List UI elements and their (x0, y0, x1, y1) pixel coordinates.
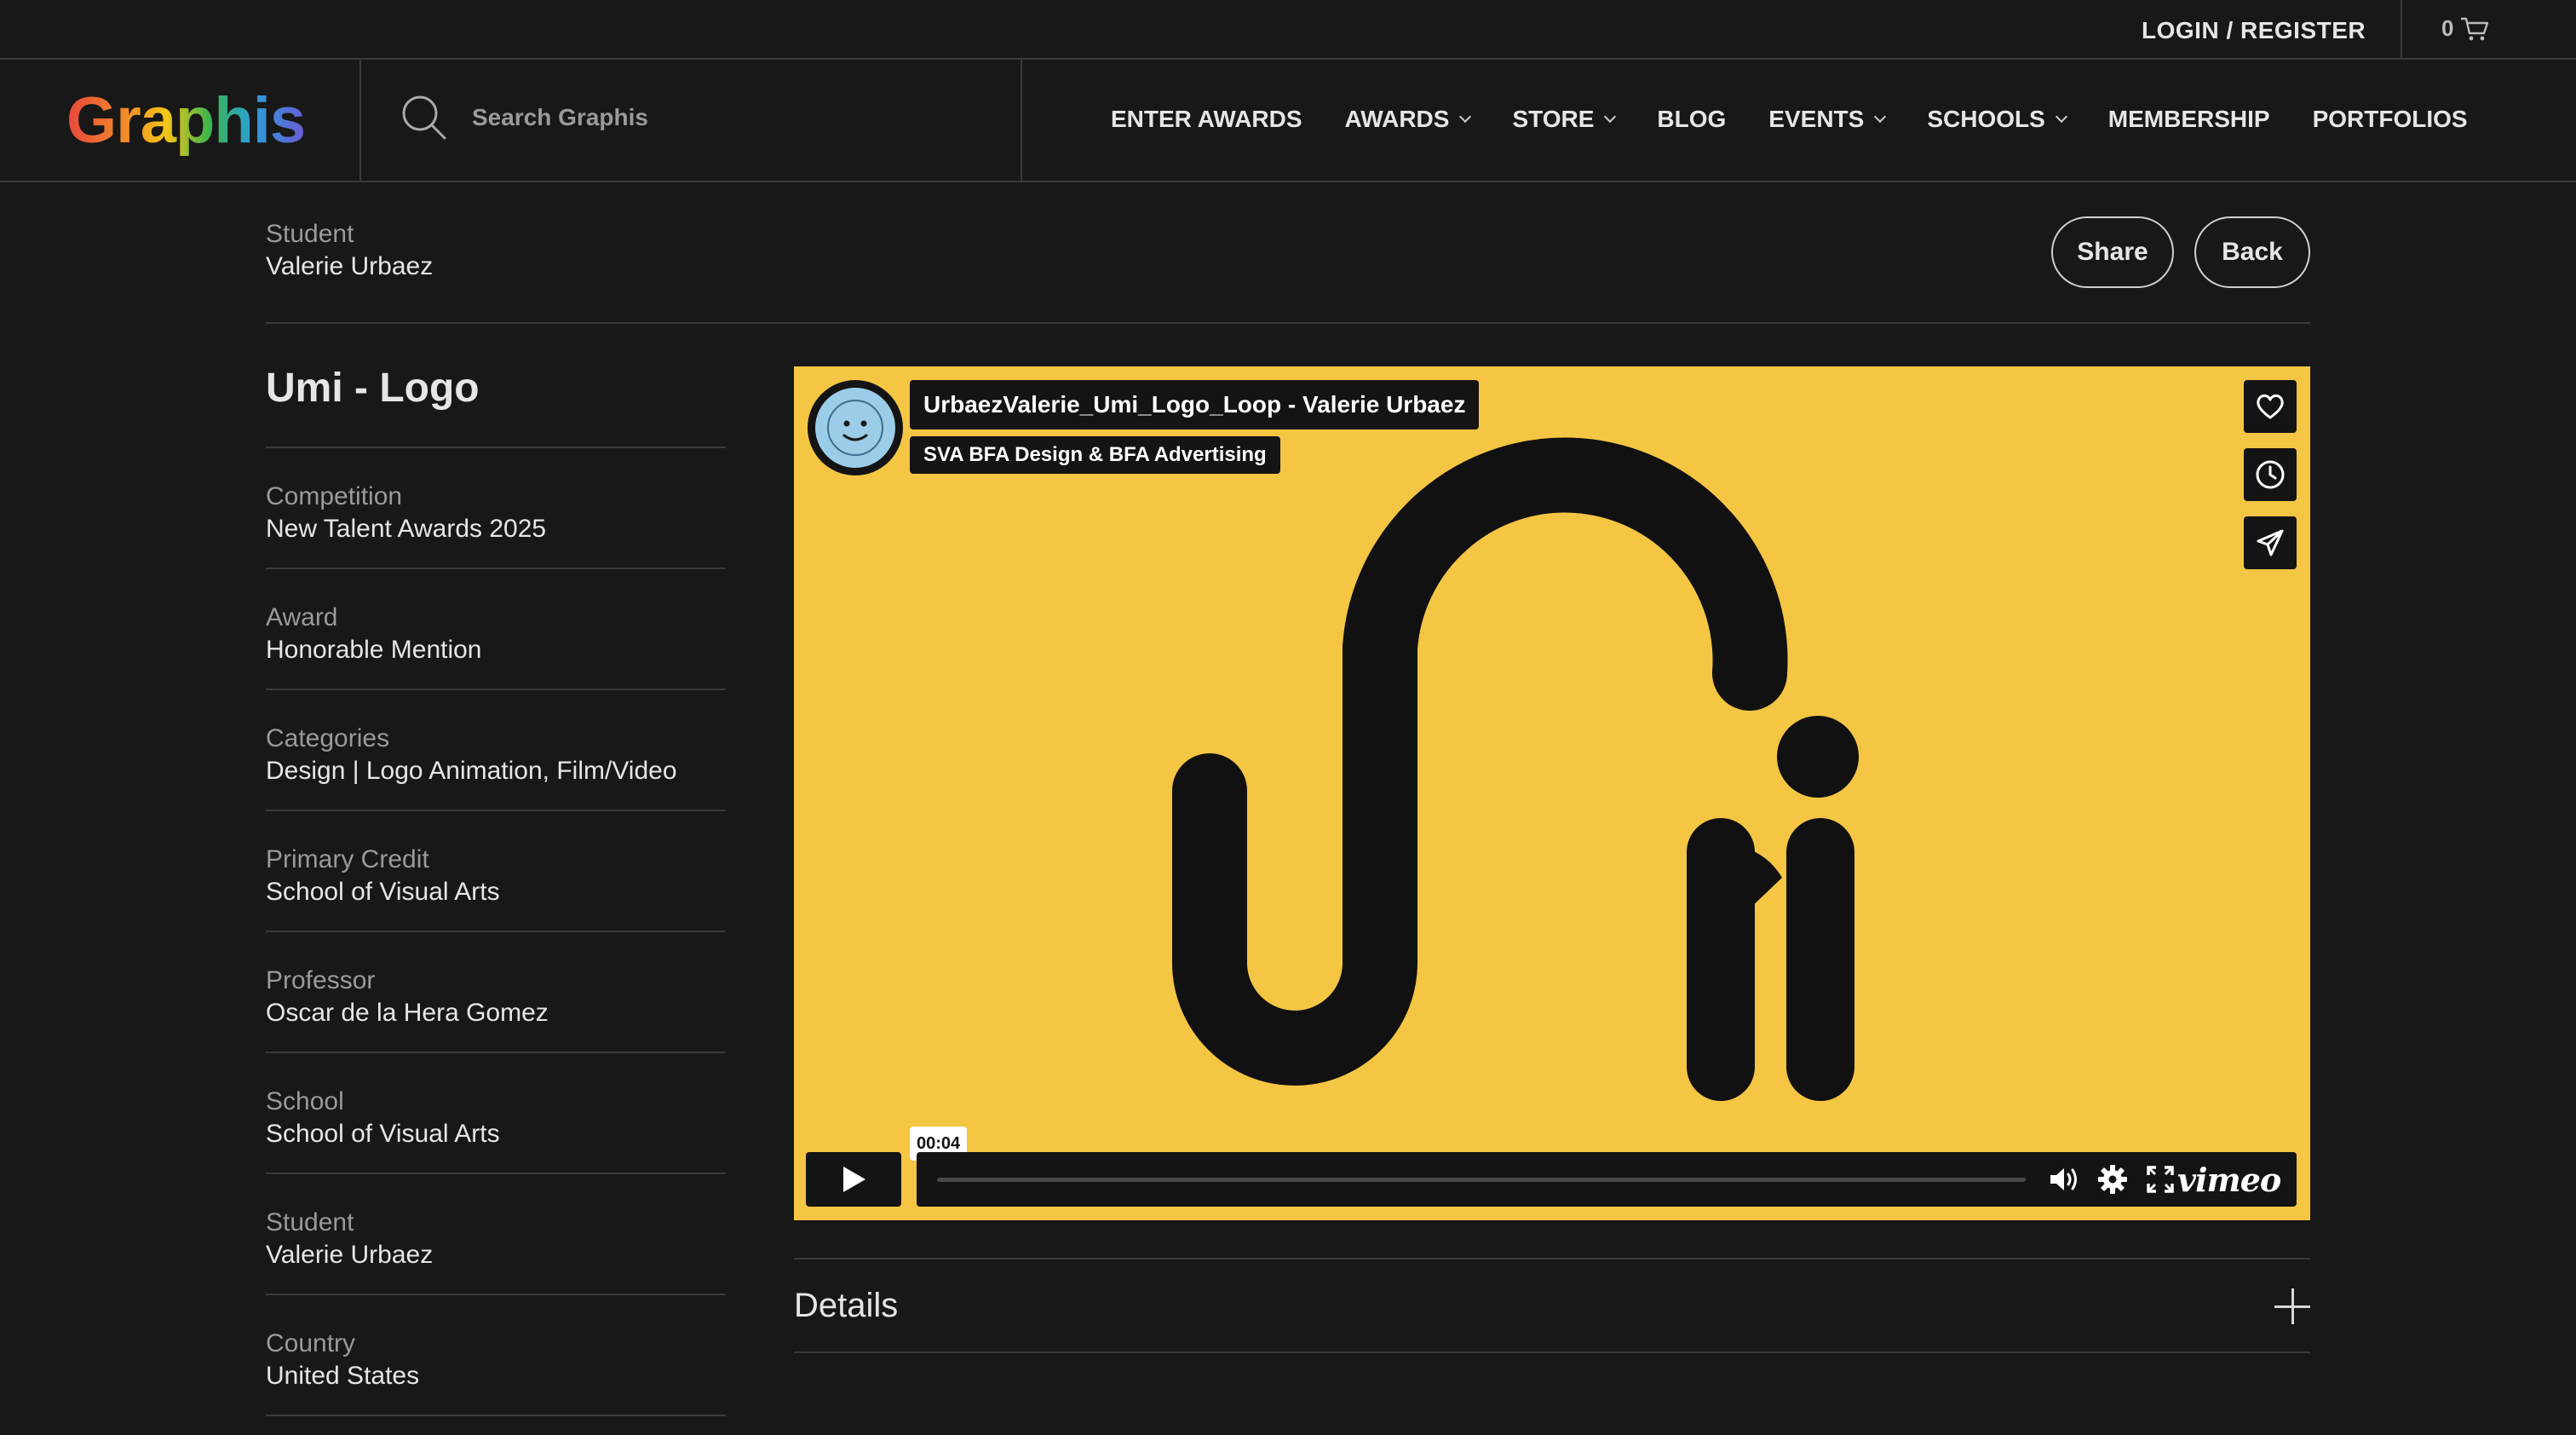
share-button[interactable]: Share (2051, 216, 2174, 288)
search-icon[interactable] (400, 94, 448, 141)
info-value: School of Visual Arts (266, 878, 500, 906)
divider (794, 1258, 2310, 1259)
info-label: Student (266, 1208, 354, 1236)
player-controls: vimeo (917, 1152, 2297, 1207)
fullscreen-button[interactable] (2143, 1162, 2177, 1196)
like-button[interactable] (2244, 380, 2297, 433)
info-country: Country United States (266, 1294, 726, 1415)
channel-avatar[interactable] (808, 380, 903, 475)
entry-title: Umi - Logo (266, 366, 480, 411)
plus-icon[interactable] (2274, 1288, 2310, 1324)
info-professor: Professor Oscar de la Hera Gomez (266, 931, 726, 1052)
volume-icon (2050, 1168, 2077, 1190)
details-toggle-label[interactable]: Details (794, 1287, 898, 1325)
info-value: Design | Logo Animation, Film/Video (266, 757, 677, 785)
clock-icon (2256, 460, 2285, 489)
search-input[interactable] (472, 104, 949, 131)
info-student: Student Valerie Urbaez (266, 1173, 726, 1294)
divider (266, 1415, 726, 1416)
share-video-button[interactable] (2244, 516, 2297, 569)
watch-later-button[interactable] (2244, 448, 2297, 501)
info-label: Award (266, 603, 338, 631)
chevron-down-icon (1604, 110, 1617, 124)
cart-count: 0 (2441, 15, 2454, 41)
fullscreen-icon (2147, 1166, 2174, 1193)
info-value: New Talent Awards 2025 (266, 515, 547, 543)
gear-icon (2098, 1165, 2127, 1194)
info-award: Award Honorable Mention (266, 568, 726, 689)
chevron-down-icon (2055, 110, 2067, 124)
student-name: Valerie Urbaez (266, 252, 434, 280)
info-label: Country (266, 1329, 356, 1357)
topbar-divider (2401, 0, 2402, 60)
nav-item-awards[interactable]: AWARDS (1345, 106, 1472, 133)
send-icon (2257, 529, 2284, 556)
info-categories: Categories Design | Logo Animation, Film/… (266, 689, 726, 810)
nav-item-schools[interactable]: SCHOOLS (1927, 106, 2067, 133)
graphis-logo[interactable]: Graphis (66, 84, 306, 158)
student-label: Student (266, 220, 354, 248)
info-label: Professor (266, 966, 376, 994)
info-competition: Competition New Talent Awards 2025 (266, 447, 726, 568)
progress-bar[interactable] (937, 1178, 2026, 1182)
entry-info-list: Competition New Talent Awards 2025 Award Ho… (266, 447, 726, 1416)
info-primary-credit: Primary Credit School of Visual Arts (266, 810, 726, 931)
nav-item-blog[interactable]: BLOG (1657, 106, 1726, 133)
play-icon (843, 1167, 865, 1192)
settings-button[interactable] (2096, 1162, 2130, 1196)
nav-item-store[interactable]: STORE (1512, 106, 1617, 133)
video-channel[interactable]: SVA BFA Design & BFA Advertising (910, 436, 1280, 474)
nav-divider (1021, 60, 1022, 181)
info-value: School of Visual Arts (266, 1120, 500, 1148)
heart-icon (2257, 394, 2284, 419)
nav-menu: ENTER AWARDS AWARDS STORE BLOG EVENTS SCHOOLS… (1111, 106, 2468, 133)
info-label: Competition (266, 482, 403, 510)
nav-item-membership[interactable]: MEMBERSHIP (2108, 106, 2270, 133)
top-bar: LOGIN / REGISTER 0 (0, 0, 2576, 60)
video-player[interactable]: UrbaezValerie_Umi_Logo_Loop - Valerie Ur… (794, 366, 2310, 1220)
info-value: Valerie Urbaez (266, 1241, 434, 1269)
nav-divider (359, 60, 361, 181)
main-nav: Graphis ENTER AWARDS AWARDS STORE BLOG EVENT… (0, 60, 2576, 182)
info-value: United States (266, 1362, 420, 1390)
nav-item-portfolios[interactable]: PORTFOLIOS (2313, 106, 2468, 133)
smiley-icon (827, 400, 883, 456)
nav-item-enter-awards[interactable]: ENTER AWARDS (1111, 106, 1302, 133)
chevron-down-icon (1459, 110, 1472, 124)
umi-logo-frame (1172, 437, 1859, 1101)
nav-item-events[interactable]: EVENTS (1768, 106, 1887, 133)
info-label: School (266, 1087, 344, 1115)
student-header: Student Valerie Urbaez (266, 218, 433, 283)
cart-button[interactable]: 0 (2441, 15, 2489, 42)
info-value: Honorable Mention (266, 636, 482, 664)
divider (794, 1351, 2310, 1353)
divider (266, 322, 2310, 324)
vimeo-logo[interactable]: vimeo (2177, 1161, 2281, 1199)
back-button[interactable]: Back (2194, 216, 2310, 288)
video-title[interactable]: UrbaezValerie_Umi_Logo_Loop - Valerie Ur… (910, 380, 1480, 429)
chevron-down-icon (1874, 110, 1887, 124)
info-value: Oscar de la Hera Gomez (266, 999, 549, 1027)
info-label: Categories (266, 724, 390, 752)
play-button[interactable] (806, 1152, 901, 1207)
login-register-link[interactable]: LOGIN / REGISTER (2142, 17, 2366, 44)
cart-icon (2461, 17, 2489, 40)
volume-button[interactable] (2048, 1162, 2082, 1196)
info-school: School School of Visual Arts (266, 1052, 726, 1173)
search-bar[interactable] (400, 94, 949, 141)
info-label: Primary Credit (266, 845, 429, 873)
